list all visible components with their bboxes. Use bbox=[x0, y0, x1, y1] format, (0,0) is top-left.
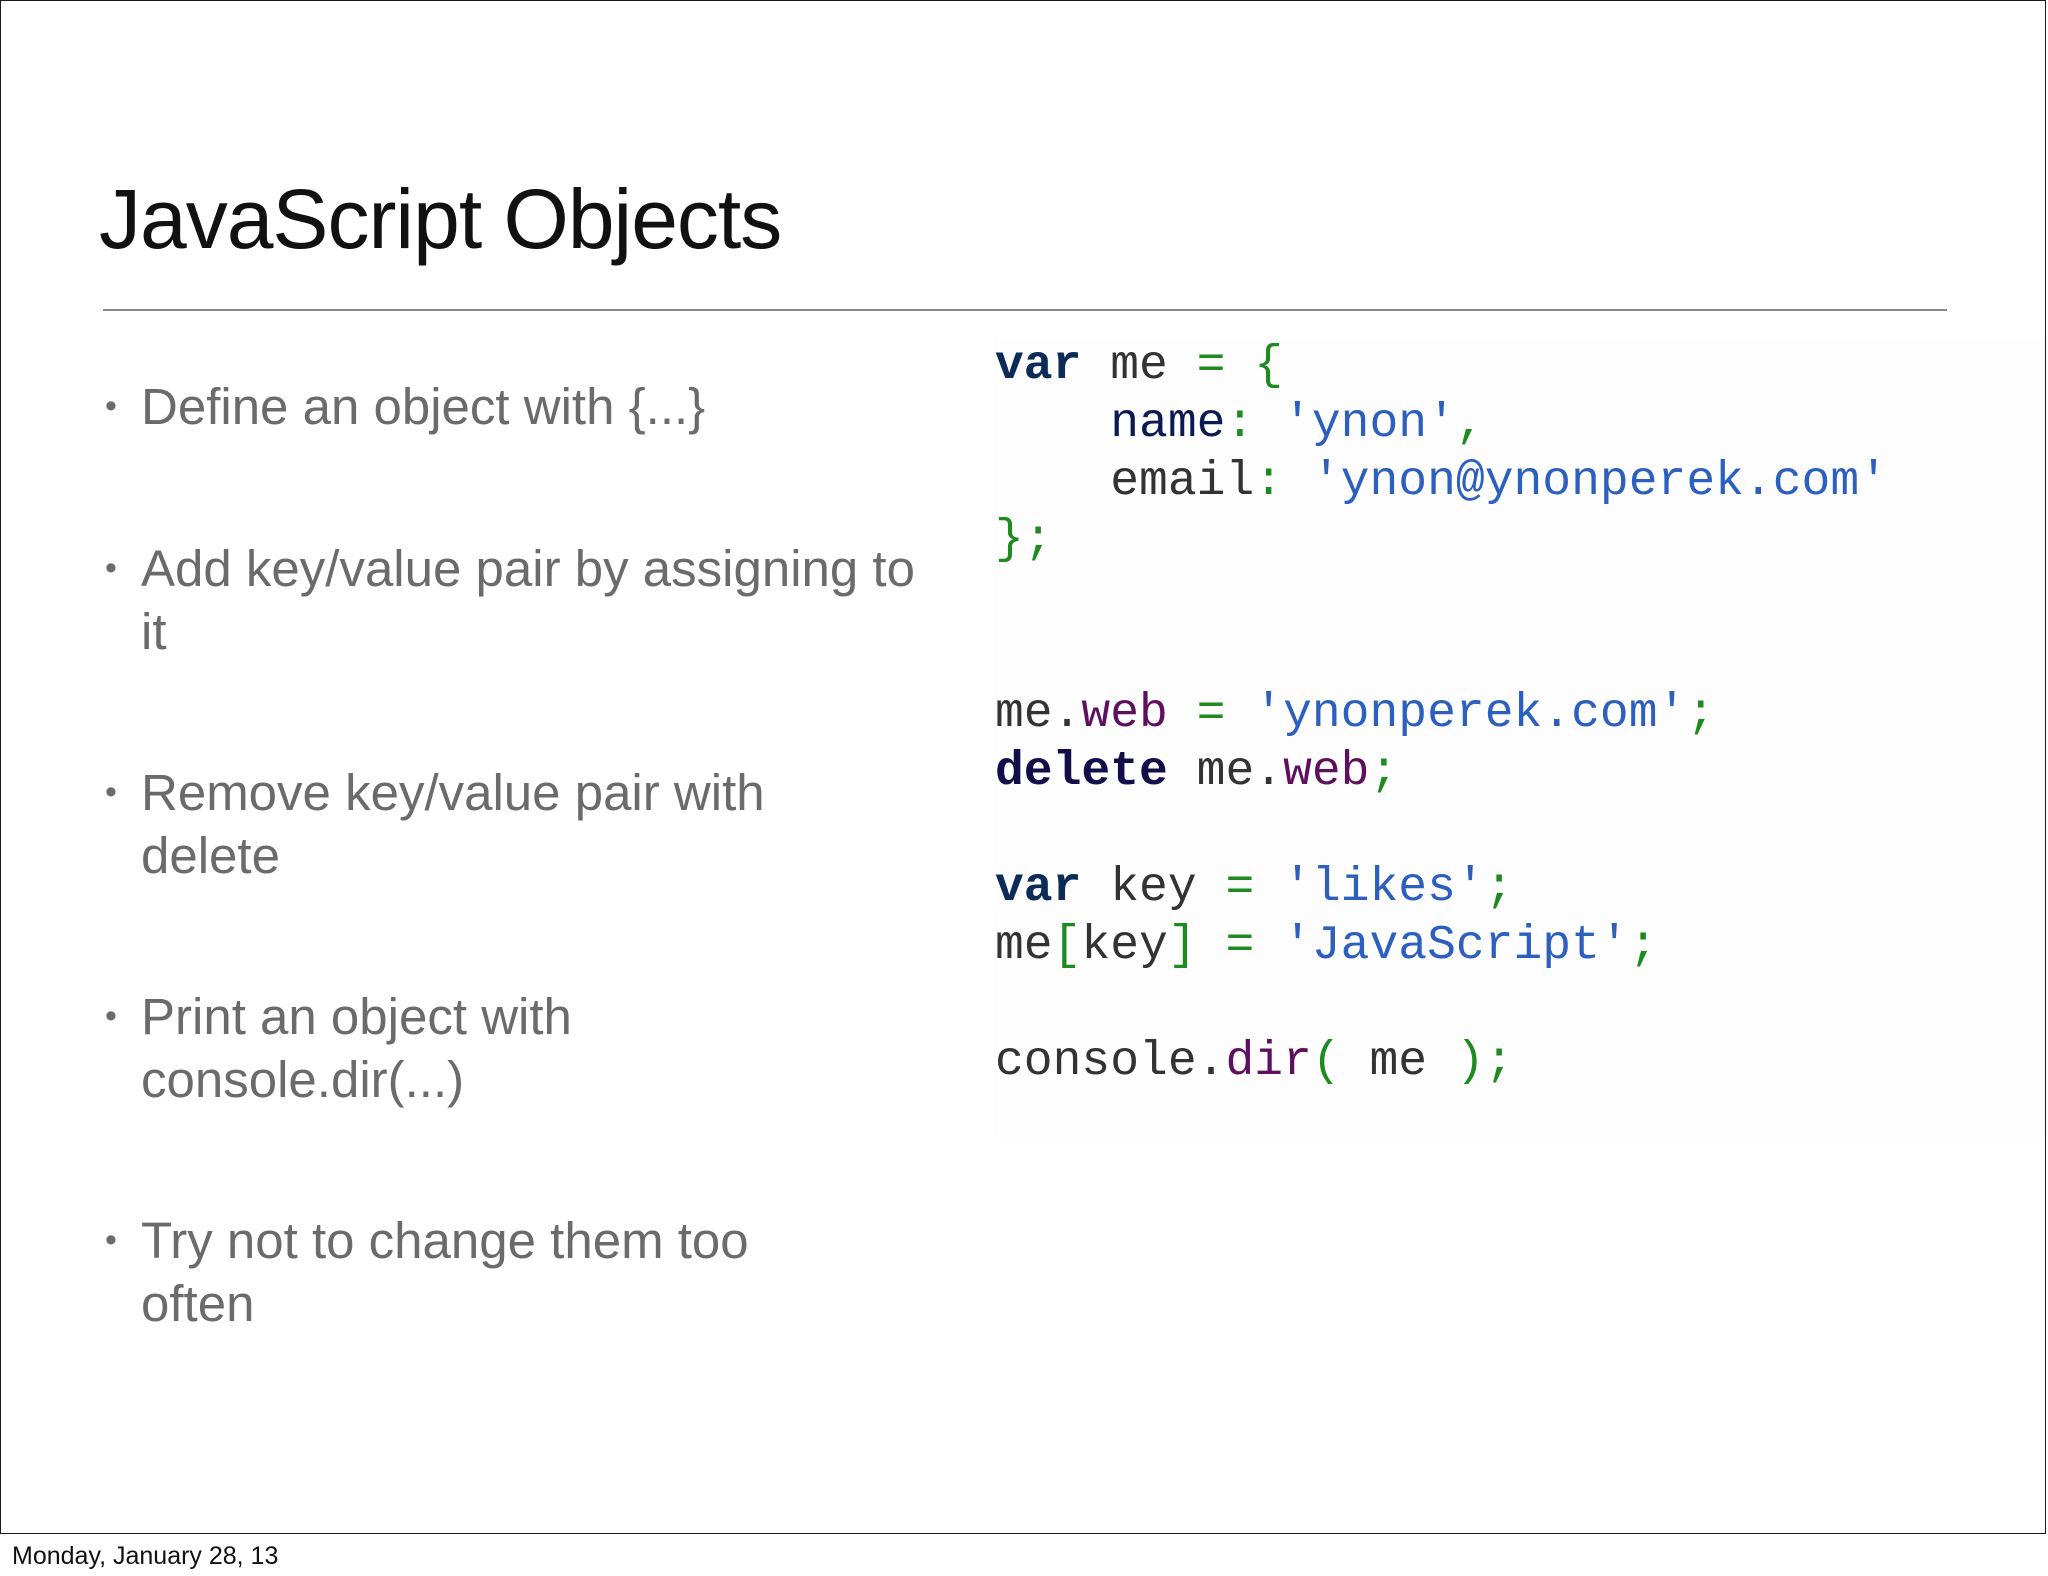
bullet-text: Print an object with console.dir(...) bbox=[141, 988, 572, 1108]
title-divider bbox=[103, 309, 1947, 311]
bullet-text: Define an object with {...} bbox=[141, 378, 706, 435]
slide: JavaScript Objects • Define an object wi… bbox=[0, 0, 2046, 1534]
code-line: console.dir( me ); bbox=[995, 1035, 1514, 1089]
bullet-text: Remove key/value pair with delete bbox=[141, 764, 765, 884]
code-line: var key = 'likes'; bbox=[995, 861, 1514, 915]
bullet-marker: • bbox=[105, 773, 117, 811]
code-line: name: 'ynon', bbox=[1110, 397, 1485, 451]
slide-title: JavaScript Objects bbox=[99, 172, 782, 266]
bullet-marker: • bbox=[105, 387, 117, 425]
code-line: delete me.web; bbox=[995, 745, 1399, 799]
code-line: email: 'ynon@ynonperek.com' bbox=[1110, 455, 1888, 509]
code-line: }; bbox=[995, 513, 1053, 567]
code-line: me[key] = 'JavaScript'; bbox=[995, 919, 1658, 973]
bullet-text: Add key/value pair by assigning to it bbox=[141, 540, 915, 660]
code-block: var me = { name: 'ynon', email: 'ynon@yn… bbox=[995, 337, 2045, 1137]
code-line: var me = { bbox=[995, 339, 1284, 393]
bullet-marker: • bbox=[105, 549, 117, 587]
bullet-marker: • bbox=[105, 1221, 117, 1259]
page: JavaScript Objects • Define an object wi… bbox=[0, 0, 2048, 1576]
code-line: me.web = 'ynonperek.com'; bbox=[995, 687, 1716, 741]
bullet-text: Try not to change them too often bbox=[141, 1212, 749, 1332]
footer-date: Monday, January 28, 13 bbox=[12, 1542, 279, 1570]
bullet-marker: • bbox=[105, 997, 117, 1035]
